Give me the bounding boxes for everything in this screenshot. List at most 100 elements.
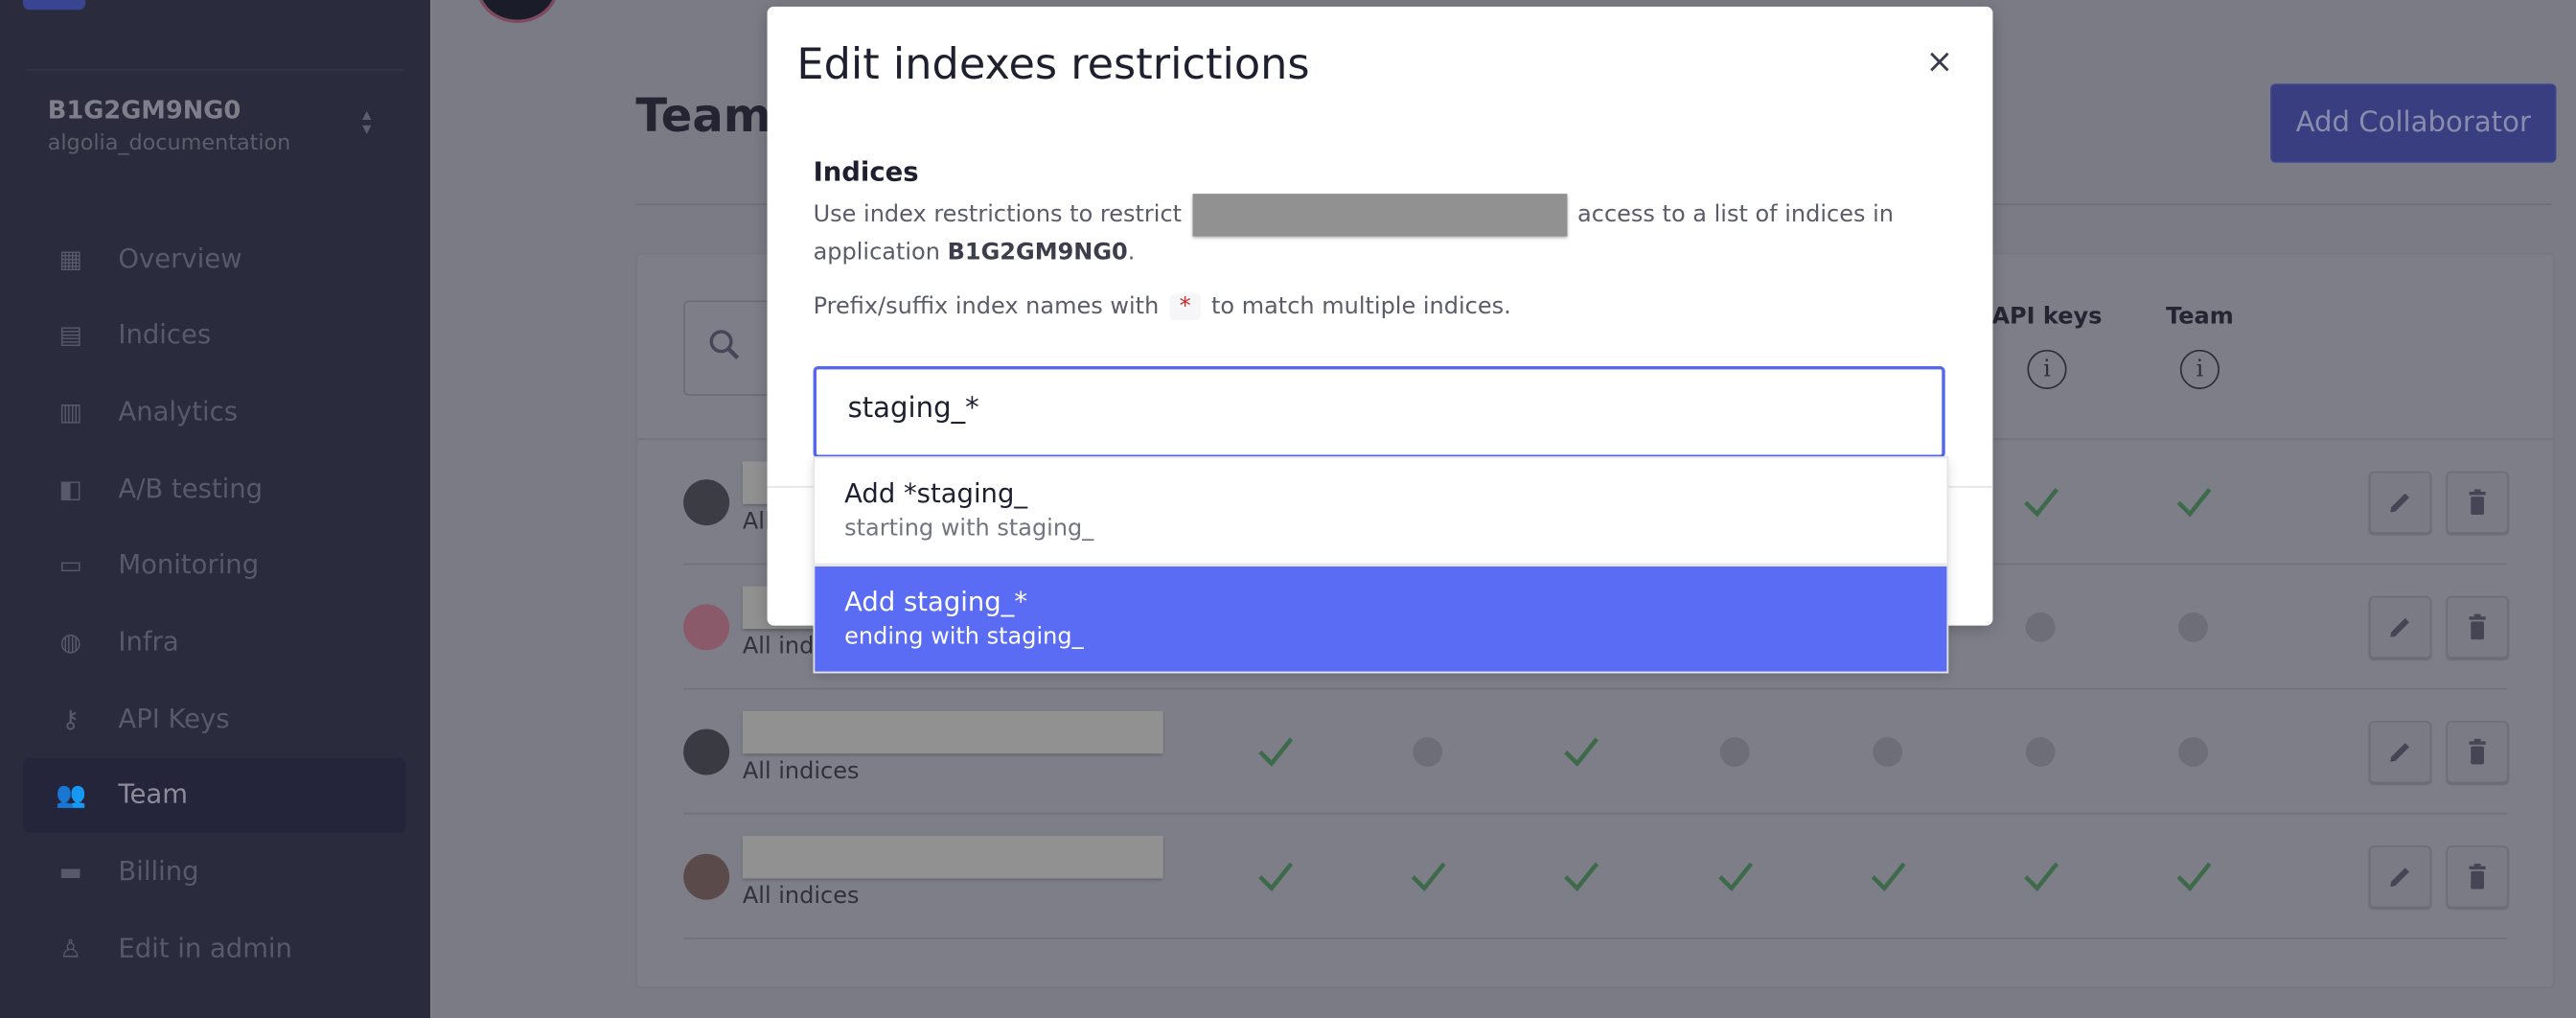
trash-icon: [2469, 489, 2486, 515]
delete-button[interactable]: [2446, 720, 2509, 784]
app-id: B1G2GM9NG0: [47, 95, 242, 126]
check-icon: [2019, 481, 2062, 524]
ab-testing-icon: ◧: [58, 474, 82, 504]
sidebar-item-label: Overview: [118, 243, 242, 275]
check-icon: [1559, 855, 1602, 898]
disabled-dot-icon: [2019, 606, 2062, 649]
column-header-api-keys: API keys: [1991, 303, 2103, 331]
desc-text: Use index restrictions to restrict: [813, 201, 1183, 229]
info-icon[interactable]: i: [2179, 349, 2220, 389]
row-divider: [683, 937, 2507, 939]
check-icon: [2172, 855, 2215, 898]
edit-button[interactable]: [2368, 595, 2432, 659]
pencil-icon: [2390, 868, 2409, 887]
sidebar-item-label: Team: [118, 777, 188, 810]
redacted-name: [1192, 194, 1567, 237]
avatar: [683, 729, 730, 775]
analytics-icon: ▥: [58, 397, 82, 428]
search-icon: [709, 330, 740, 359]
avatar: [683, 479, 730, 526]
check-icon: [1714, 855, 1757, 898]
sidebar-item-label: Billing: [118, 855, 199, 887]
sidebar-item-overview[interactable]: ▦ Overview: [23, 223, 405, 297]
option-description: ending with staging_: [844, 623, 1084, 651]
sidebar-item-analytics[interactable]: ▥ Analytics: [23, 376, 405, 450]
trash-icon: [2469, 613, 2486, 640]
check-icon: [1254, 730, 1297, 774]
app-name: algolia_documentation: [47, 131, 291, 156]
sidebar-item-ab-testing[interactable]: ◧ A/B testing: [23, 453, 405, 527]
avatar: [683, 604, 730, 651]
edit-button[interactable]: [2368, 471, 2432, 534]
sidebar-item-monitoring[interactable]: ▭ Monitoring: [23, 529, 405, 603]
trash-icon: [2469, 738, 2486, 765]
sidebar-item-indices[interactable]: ▤ Indices: [23, 299, 405, 373]
check-icon: [1254, 855, 1297, 898]
add-collaborator-button[interactable]: Add Collaborator: [2270, 83, 2557, 163]
page-title: Team: [635, 88, 771, 144]
app-id-bold: B1G2GM9NG0: [947, 240, 1128, 266]
logo[interactable]: [22, 0, 86, 11]
info-icon[interactable]: i: [2027, 349, 2067, 389]
sidebar-divider: [26, 68, 404, 71]
pencil-icon: [2390, 617, 2409, 637]
disabled-dot-icon: [2172, 606, 2215, 649]
globe-icon: ◍: [59, 627, 81, 658]
section-title: Indices: [813, 155, 919, 188]
sidebar-item-team[interactable]: 👥 Team: [22, 758, 406, 833]
user-avatar[interactable]: [476, 0, 559, 23]
row-scope: All indices: [742, 758, 860, 785]
wildcard-hint: Prefix/suffix index names with * to matc…: [814, 293, 1511, 321]
admin-icon: ♙: [59, 934, 82, 964]
sidebar-item-label: Edit in admin: [118, 932, 292, 964]
disabled-dot-icon: [1406, 730, 1449, 774]
input-value: staging_*: [847, 392, 979, 426]
overview-icon: ▦: [58, 244, 82, 275]
hint-text: to match multiple indices.: [1210, 293, 1511, 321]
delete-button[interactable]: [2446, 471, 2509, 534]
sidebar-item-label: Infra: [118, 625, 179, 658]
option-label: Add staging_*: [844, 586, 1028, 618]
sort-arrows-icon: ▲ ▼: [362, 108, 372, 137]
delete-button[interactable]: [2446, 595, 2509, 659]
row-scope: All indices: [742, 883, 860, 910]
disabled-dot-icon: [1714, 730, 1757, 774]
index-restriction-input[interactable]: staging_*: [813, 365, 1945, 458]
suggestion-option-suffix[interactable]: Add staging_* ending with staging_: [815, 566, 1947, 672]
modal-description: Use index restrictions to restrict acces…: [814, 194, 1898, 271]
billing-icon: ▬: [58, 857, 82, 887]
edit-button[interactable]: [2368, 845, 2432, 909]
close-icon[interactable]: ×: [1926, 41, 1954, 81]
sidebar-item-billing[interactable]: ▬ Billing: [23, 836, 405, 910]
sidebar-item-label: Monitoring: [118, 548, 260, 580]
disabled-dot-icon: [1866, 730, 1909, 774]
sidebar-item-label: API Keys: [118, 703, 230, 734]
sidebar-item-label: A/B testing: [118, 473, 264, 504]
modal-title: Edit indexes restrictions: [796, 40, 1310, 91]
disabled-dot-icon: [2019, 730, 2062, 774]
suggestion-dropdown: Add *staging_ starting with staging_ Add…: [813, 456, 1949, 674]
sidebar-item-infra[interactable]: ◍ Infra: [23, 606, 405, 680]
delete-button[interactable]: [2446, 845, 2509, 909]
table-row: All indices: [683, 815, 2509, 939]
key-icon: ⚷: [61, 704, 80, 734]
desc-text: .: [1127, 240, 1136, 266]
sidebar-item-edit-in-admin[interactable]: ♙ Edit in admin: [23, 913, 405, 986]
option-label: Add *staging_: [844, 477, 1028, 509]
check-icon: [1559, 730, 1602, 774]
suggestion-option-prefix[interactable]: Add *staging_ starting with staging_: [815, 457, 1947, 567]
sidebar-item-label: Indices: [118, 318, 212, 350]
disabled-dot-icon: [2172, 730, 2215, 774]
app-switcher[interactable]: B1G2GM9NG0 algolia_documentation ▲ ▼: [26, 85, 403, 164]
edit-button[interactable]: [2368, 720, 2432, 784]
sidebar-item-api-keys[interactable]: ⚷ API Keys: [23, 683, 405, 757]
column-header-team: Team: [2166, 303, 2234, 331]
redacted-name: [742, 835, 1163, 879]
avatar: [683, 853, 730, 900]
check-icon: [2019, 855, 2062, 898]
sidebar-item-label: Analytics: [118, 395, 238, 428]
pencil-icon: [2390, 493, 2409, 513]
wildcard-code: *: [1169, 293, 1201, 321]
table-row: All indices: [683, 689, 2509, 815]
redacted-name: [742, 710, 1163, 754]
